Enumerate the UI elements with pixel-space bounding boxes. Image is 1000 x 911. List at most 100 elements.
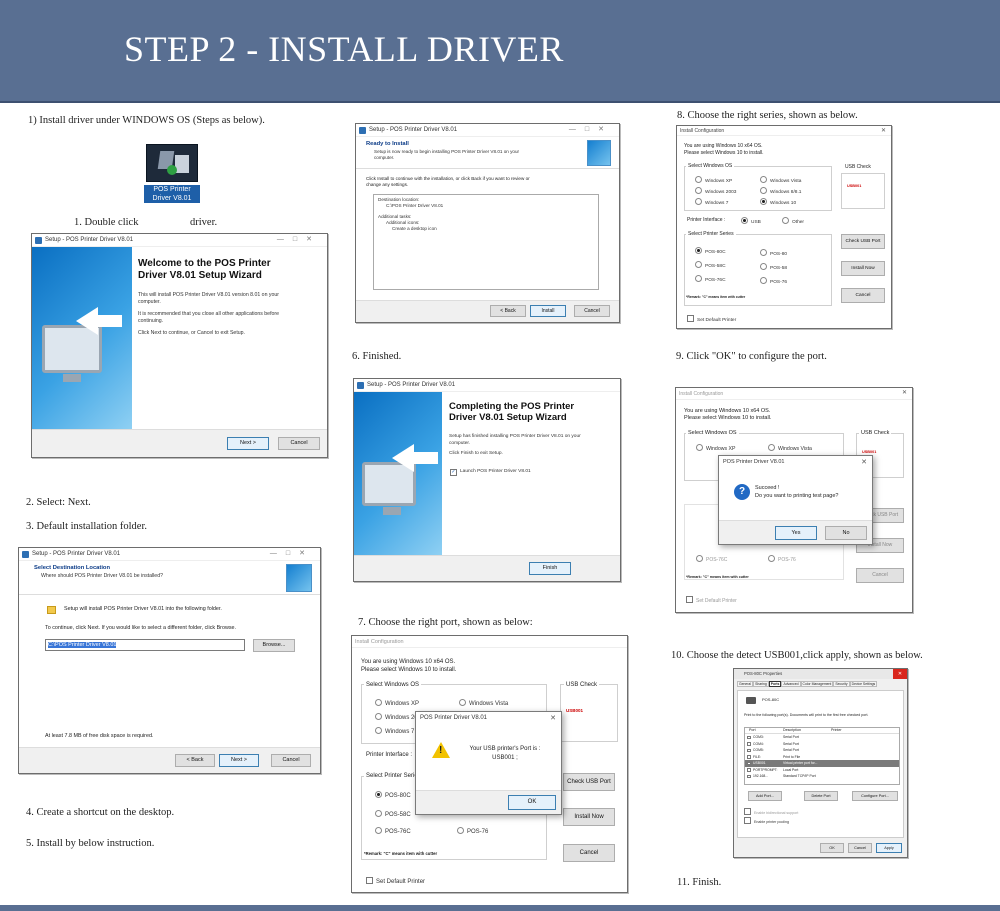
os-group-label: Select Windows OS: [686, 163, 735, 170]
setup-ready-window: Setup - POS Printer Driver V8.01 —□✕ Rea…: [355, 123, 620, 323]
back-button[interactable]: < Back: [490, 305, 526, 317]
cancel-button[interactable]: Cancel: [278, 437, 320, 450]
dest-path-input[interactable]: C:\POS Printer Driver V8.01: [45, 639, 245, 651]
set-default-checkbox[interactable]: Set Default Printer: [686, 596, 737, 604]
series-pos58c[interactable]: POS-58C: [695, 261, 726, 269]
cancel-button[interactable]: Cancel: [271, 754, 311, 767]
series-pos76[interactable]: POS-76: [768, 555, 796, 563]
props-panel: POS-80C Print to the following port(s). …: [737, 690, 904, 838]
check-usb-port-button[interactable]: Check USB Port: [563, 773, 615, 791]
no-button[interactable]: No: [825, 526, 867, 540]
set-default-checkbox[interactable]: Set Default Printer: [687, 315, 736, 323]
add-port-button[interactable]: Add Port...: [748, 791, 782, 801]
install-now-button[interactable]: Install Now: [563, 808, 615, 826]
next-button[interactable]: Next >: [219, 754, 259, 767]
tab-color[interactable]: Color Management: [800, 681, 834, 687]
port-checkbox[interactable]: [747, 774, 751, 778]
cancel-button[interactable]: Cancel: [563, 844, 615, 862]
os-xp[interactable]: Windows XP: [695, 176, 732, 184]
os-7[interactable]: Windows 7: [375, 727, 414, 735]
series-pos80c[interactable]: POS-80C: [695, 247, 726, 255]
os-7[interactable]: Windows 7: [695, 198, 728, 206]
os-vista[interactable]: Windows Vista: [768, 444, 812, 452]
ports-list[interactable]: Port Description Printer COM3: Serial Por…: [744, 727, 900, 785]
series-pos76[interactable]: POS-76: [760, 277, 787, 285]
os-xp[interactable]: Windows XP: [375, 699, 419, 707]
dest-line-1: Setup will install POS Printer Driver V8…: [64, 606, 222, 612]
table-row[interactable]: 192.168... Standard TCP/IP Port: [745, 773, 899, 780]
tab-ports[interactable]: Ports: [768, 681, 782, 687]
os-2003[interactable]: Windows 2003: [695, 187, 736, 195]
window-controls[interactable]: —□✕: [277, 235, 321, 243]
setup-complete-window: Setup - POS Printer Driver V8.01 Complet…: [353, 378, 621, 582]
series-pos76c[interactable]: POS-76C: [696, 555, 727, 563]
launch-checkbox[interactable]: Launch POS Printer Driver V8.01: [450, 469, 531, 476]
close-icon[interactable]: ✕: [861, 458, 867, 466]
browse-button[interactable]: Browse...: [253, 639, 295, 652]
port-checkbox[interactable]: [747, 748, 751, 752]
delete-port-button[interactable]: Delete Port: [804, 791, 838, 801]
check-usb-port-button[interactable]: Check USB Port: [841, 234, 885, 249]
close-icon[interactable]: ✕: [902, 389, 907, 396]
arrow-icon: [76, 307, 122, 335]
back-button[interactable]: < Back: [175, 754, 215, 767]
apply-button[interactable]: Apply: [876, 843, 902, 853]
close-icon[interactable]: ✕: [550, 714, 556, 722]
series-pos80[interactable]: POS-80: [760, 249, 787, 257]
port-checkbox[interactable]: [747, 735, 751, 739]
arrow-icon: [392, 444, 438, 472]
window-controls[interactable]: —□✕: [569, 125, 613, 133]
dialog-message: Your USB printer's Port is : USB001 ;: [469, 746, 541, 761]
iface-usb[interactable]: USB: [741, 217, 761, 225]
series-pos76c[interactable]: POS-76C: [695, 275, 726, 283]
tab-security[interactable]: Security: [833, 681, 850, 687]
port-checkbox[interactable]: [747, 761, 751, 765]
bidi-checkbox[interactable]: Enable bidirectional support: [744, 808, 798, 815]
set-default-checkbox[interactable]: Set Default Printer: [366, 877, 425, 885]
os-vista[interactable]: Windows Vista: [459, 699, 508, 707]
window-controls[interactable]: —□✕: [270, 549, 314, 557]
tab-device[interactable]: Device Settings: [849, 681, 878, 687]
os-xp[interactable]: Windows XP: [696, 444, 735, 452]
ok-button[interactable]: OK: [820, 843, 844, 853]
ready-text: Click Install to continue with the insta…: [366, 176, 530, 187]
window-title: Setup - POS Printer Driver V8.01: [354, 379, 620, 392]
iface-other[interactable]: Other: [782, 217, 804, 225]
pooling-checkbox[interactable]: Enable printer pooling: [744, 817, 789, 824]
yes-button[interactable]: Yes: [775, 526, 817, 540]
tab-advanced[interactable]: Advanced: [781, 681, 801, 687]
install-now-button[interactable]: Install Now: [841, 261, 885, 276]
port-checkbox[interactable]: [747, 755, 751, 759]
cancel-button[interactable]: Cancel: [856, 568, 904, 583]
next-button[interactable]: Next >: [227, 437, 269, 450]
usb-value: USB001: [847, 184, 862, 188]
port-checkbox[interactable]: [747, 768, 751, 772]
series-pos80c[interactable]: POS-80C: [375, 791, 411, 799]
configure-port-button[interactable]: Configure Port...: [852, 791, 898, 801]
installer-icon[interactable]: POS Printer Driver V8.01: [144, 142, 200, 212]
remark-text: *Remark: "C" means item with cutter: [364, 851, 438, 856]
series-pos58[interactable]: POS-58: [760, 263, 787, 271]
ok-button[interactable]: OK: [508, 795, 556, 810]
cancel-button[interactable]: Cancel: [574, 305, 610, 317]
series-pos76c[interactable]: POS-76C: [375, 827, 411, 835]
tab-general[interactable]: General: [737, 681, 754, 687]
close-icon[interactable]: ✕: [881, 127, 886, 134]
tab-sharing[interactable]: Sharing: [753, 681, 769, 687]
series-pos58c[interactable]: POS-58C: [375, 810, 411, 818]
os-10[interactable]: Windows 10: [760, 198, 796, 206]
series-pos76[interactable]: POS-76: [457, 827, 488, 835]
ready-summary-box: Destination location: C:\POS Printer Dri…: [373, 194, 599, 290]
install-button[interactable]: Install: [530, 305, 566, 317]
close-icon[interactable]: ✕: [893, 669, 907, 679]
finish-button[interactable]: Finish: [529, 562, 571, 575]
usb-value: USB001: [566, 708, 584, 713]
os-vista[interactable]: Windows Vista: [760, 176, 801, 184]
cancel-button[interactable]: Cancel: [848, 843, 872, 853]
bottom-rule: [0, 905, 1000, 911]
dialog-footer: Yes No: [719, 520, 872, 544]
os-8[interactable]: Windows 8/8.1: [760, 187, 801, 195]
cancel-button[interactable]: Cancel: [841, 288, 885, 303]
usb-value: USB001: [862, 450, 877, 454]
port-checkbox[interactable]: [747, 742, 751, 746]
